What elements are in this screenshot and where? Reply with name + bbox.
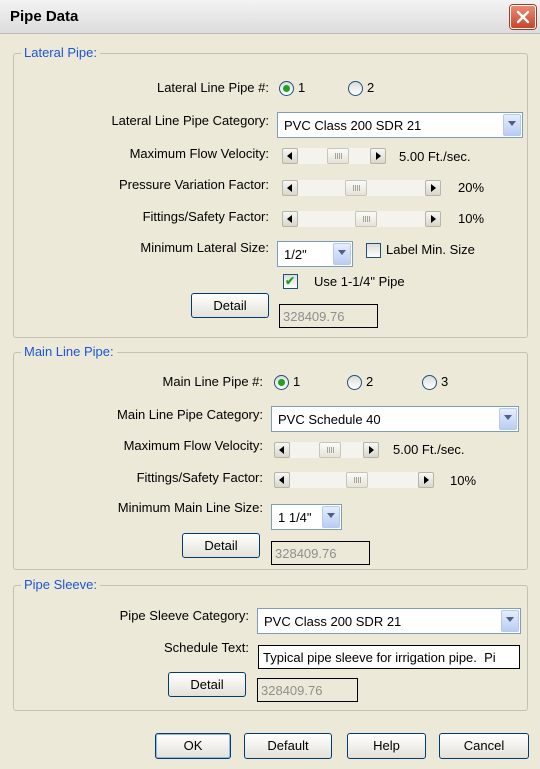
title-bar[interactable]: Pipe Data (0, 0, 540, 34)
lateral-velocity-thumb[interactable] (327, 148, 349, 164)
main-category-value: PVC Schedule 40 (278, 412, 381, 427)
lateral-fittings-increase-button[interactable] (425, 211, 441, 227)
main-category-label: Main Line Pipe Category: (117, 407, 263, 422)
main-velocity-decrease-button[interactable] (274, 442, 290, 458)
main-category-select[interactable]: PVC Schedule 40 (271, 406, 519, 432)
lateral-detail-button-label: Detail (213, 298, 247, 313)
schedule-text-label: Schedule Text: (163, 640, 249, 655)
lateral-velocity-decrease-button[interactable] (282, 148, 298, 164)
main-line-pipe-group: Main Line Pipe: (13, 344, 528, 570)
use-pipe-label: Use 1-1/4" Pipe (314, 274, 405, 289)
dialog-title: Pipe Data (10, 8, 79, 25)
cancel-button[interactable]: Cancel (439, 733, 529, 759)
lateral-detail-value: 328409.76 (283, 309, 345, 324)
lateral-pipe-group: Lateral Pipe: (13, 45, 528, 338)
sleeve-detail-button-label: Detail (190, 677, 224, 692)
sleeve-category-label: Pipe Sleeve Category: (119, 608, 249, 623)
main-min-size-label: Minimum Main Line Size: (117, 500, 263, 515)
main-min-size-value: 1 1/4" (278, 510, 312, 525)
lateral-velocity-increase-button[interactable] (370, 148, 386, 164)
label-min-size-label: Label Min. Size (386, 242, 475, 257)
lateral-pressure-thumb[interactable] (345, 180, 367, 196)
lateral-detail-button[interactable]: Detail (191, 293, 269, 318)
main-fittings-thumb[interactable] (346, 472, 368, 488)
label-min-size-checkbox[interactable] (366, 243, 381, 258)
close-icon (516, 10, 530, 24)
ok-button-label: OK (183, 738, 203, 753)
main-fittings-increase-button[interactable] (418, 472, 434, 488)
lateral-pressure-label: Pressure Variation Factor: (118, 177, 269, 192)
sleeve-detail-value: 328409.76 (261, 683, 323, 698)
main-pipe-no-label: Main Line Pipe #: (162, 374, 263, 389)
main-velocity-thumb[interactable] (319, 442, 341, 458)
schedule-text-input[interactable] (259, 646, 519, 668)
sleeve-detail-value-field: 328409.76 (257, 678, 358, 702)
main-pipe-radio-1-label: 1 (293, 374, 301, 389)
lateral-min-size-select[interactable]: 1/2" (277, 241, 353, 267)
main-pipe-radio-1[interactable] (274, 375, 289, 390)
help-button[interactable]: Help (347, 733, 426, 759)
lateral-fittings-value: 10% (458, 211, 485, 226)
pipe-sleeve-legend: Pipe Sleeve: (21, 577, 100, 592)
check-icon: ✔ (285, 274, 296, 288)
lateral-category-value: PVC Class 200 SDR 21 (284, 118, 422, 133)
lateral-fittings-label: Fittings/Safety Factor: (142, 209, 269, 224)
main-velocity-value: 5.00 Ft./sec. (393, 442, 465, 457)
lateral-pressure-value: 20% (458, 180, 485, 195)
use-pipe-checkbox[interactable]: ✔ (283, 274, 298, 289)
chevron-down-icon[interactable] (333, 243, 351, 265)
lateral-category-label: Lateral Line Pipe Category: (111, 113, 269, 128)
main-line-pipe-legend: Main Line Pipe: (21, 344, 117, 359)
main-fittings-value: 10% (450, 473, 477, 488)
main-min-size-select[interactable]: 1 1/4" (271, 504, 342, 530)
lateral-pipe-radio-1[interactable] (279, 81, 294, 96)
cancel-button-label: Cancel (463, 738, 505, 753)
default-button-label: Default (267, 738, 309, 753)
main-velocity-increase-button[interactable] (363, 442, 379, 458)
main-velocity-label: Maximum Flow Velocity: (123, 438, 263, 453)
close-button[interactable] (510, 5, 536, 29)
lateral-detail-value-field: 328409.76 (279, 304, 378, 328)
sleeve-category-select[interactable]: PVC Class 200 SDR 21 (257, 608, 521, 634)
help-button-label: Help (373, 738, 400, 753)
main-pipe-radio-3-label: 3 (441, 374, 449, 389)
lateral-pipe-radio-1-label: 1 (298, 80, 306, 95)
lateral-velocity-label: Maximum Flow Velocity: (129, 146, 269, 161)
lateral-pipe-radio-2-label: 2 (367, 80, 375, 95)
main-detail-button-label: Detail (204, 538, 238, 553)
main-detail-button[interactable]: Detail (182, 533, 260, 558)
main-pipe-radio-3[interactable] (422, 375, 437, 390)
ok-button[interactable]: OK (155, 733, 231, 759)
lateral-pipe-radio-2[interactable] (348, 81, 363, 96)
lateral-min-size-label: Minimum Lateral Size: (140, 240, 269, 255)
main-fittings-label: Fittings/Safety Factor: (136, 470, 263, 485)
main-detail-value-field: 328409.76 (271, 541, 370, 565)
chevron-down-icon[interactable] (499, 408, 517, 430)
main-pipe-radio-2[interactable] (347, 375, 362, 390)
chevron-down-icon[interactable] (322, 506, 340, 528)
main-detail-value: 328409.76 (275, 546, 337, 561)
sleeve-category-value: PVC Class 200 SDR 21 (264, 614, 402, 629)
sleeve-detail-button[interactable]: Detail (168, 672, 246, 697)
lateral-pipe-legend: Lateral Pipe: (21, 45, 100, 60)
lateral-pipe-no-label: Lateral Line Pipe #: (156, 80, 269, 95)
chevron-down-icon[interactable] (503, 114, 521, 136)
lateral-pressure-increase-button[interactable] (425, 180, 441, 196)
lateral-fittings-decrease-button[interactable] (282, 211, 298, 227)
chevron-down-icon[interactable] (501, 610, 519, 632)
lateral-min-size-value: 1/2" (284, 247, 307, 262)
pipe-data-dialog: Pipe Data Lateral Pipe: Lateral Line Pip… (0, 0, 540, 769)
lateral-pressure-decrease-button[interactable] (282, 180, 298, 196)
default-button[interactable]: Default (244, 733, 332, 759)
schedule-text-field[interactable] (258, 645, 520, 669)
main-fittings-decrease-button[interactable] (274, 472, 290, 488)
lateral-velocity-value: 5.00 Ft./sec. (399, 149, 471, 164)
lateral-fittings-thumb[interactable] (355, 211, 377, 227)
lateral-category-select[interactable]: PVC Class 200 SDR 21 (277, 112, 523, 138)
main-pipe-radio-2-label: 2 (366, 374, 374, 389)
